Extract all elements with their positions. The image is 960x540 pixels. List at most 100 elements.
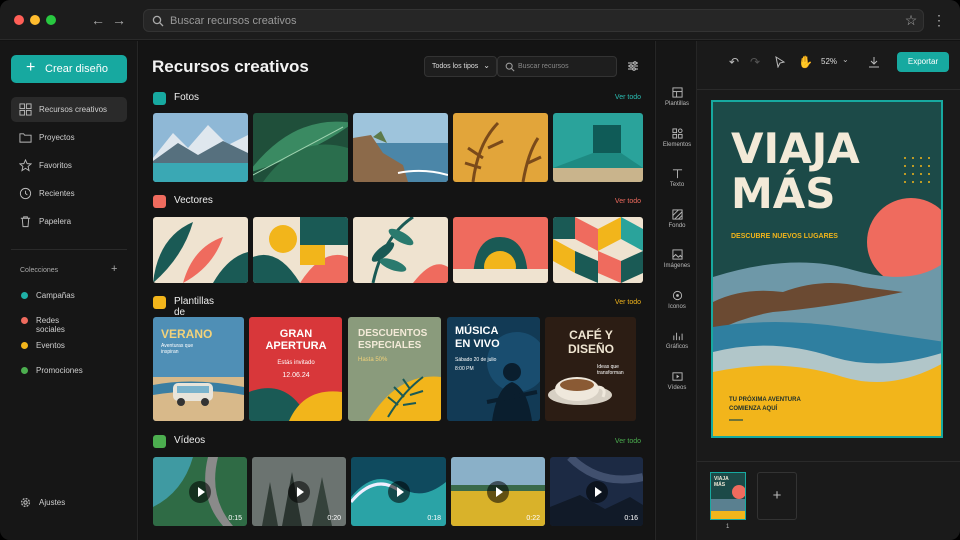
poster-template-cafe[interactable]: CAFÉ Y DISEÑO Ideas que transforman <box>545 317 636 421</box>
play-icon <box>585 480 608 503</box>
sidebar-item-label: Favoritos <box>39 161 72 170</box>
play-icon <box>288 480 310 503</box>
divider <box>11 249 127 250</box>
rail-item-image[interactable]: Imágenes <box>656 249 698 269</box>
video-duration: 0:15 <box>228 515 242 522</box>
vector-thumbnail[interactable] <box>553 217 643 283</box>
video-thumbnail[interactable]: 0:15 <box>153 457 247 526</box>
sidebar-item-recursos-creativos[interactable]: Recursos creativos <box>11 97 127 122</box>
redo-icon[interactable]: ↷ <box>750 55 760 69</box>
poster-template-descuentos[interactable]: DESCUENTOS ESPECIALES Hasta 50% <box>348 317 441 421</box>
chart-icon <box>672 332 683 341</box>
sidebar-item-proyectos[interactable]: Proyectos <box>11 125 127 150</box>
vector-icon <box>153 195 166 208</box>
filter-settings-button[interactable] <box>623 56 643 77</box>
collection-color-dot <box>21 292 28 299</box>
back-icon[interactable]: ← <box>89 11 107 29</box>
add-page-button[interactable]: + <box>757 472 797 520</box>
type-filter-value: Todos los tipos <box>432 63 479 70</box>
rail-item-label: Vídeos <box>667 384 687 391</box>
see-all-vectors-link[interactable]: Ver todo <box>615 198 641 205</box>
clock-icon <box>19 187 32 200</box>
sidebar-item-recientes[interactable]: Recientes <box>11 181 127 206</box>
poster-subtitle: Aventuras que inspiran <box>161 343 194 355</box>
collection-label: Campañas <box>36 291 75 300</box>
browser-toolbar: ← → Buscar recursos creativos ☆ ⋮ <box>0 0 960 40</box>
minimize-window-button[interactable] <box>30 15 40 25</box>
sidebar-item-papelera[interactable]: Papelera <box>11 209 127 234</box>
photo-thumbnail[interactable] <box>353 113 448 182</box>
maximize-window-button[interactable] <box>46 15 56 25</box>
rail-item-label: Texto <box>669 182 685 188</box>
add-collection-button[interactable]: + <box>111 263 117 275</box>
hand-icon[interactable]: ✋ <box>798 55 813 69</box>
rail-item-elements[interactable]: Elementos <box>656 127 698 148</box>
photo-thumbnail[interactable] <box>153 113 248 182</box>
settings-button[interactable]: Ajustes <box>11 490 127 515</box>
vector-thumbnail[interactable] <box>453 217 548 283</box>
search-icon <box>152 15 164 27</box>
sidebar-item-favoritos[interactable]: Favoritos <box>11 153 127 178</box>
undo-icon[interactable]: ↶ <box>729 55 739 69</box>
photo-thumbnail[interactable] <box>453 113 548 182</box>
poster-title: GRAN APERTURA <box>265 328 327 352</box>
poster-subtitle: Hasta 50% <box>358 357 388 363</box>
create-design-button[interactable]: + Crear diseño <box>11 55 127 83</box>
bookmark-star-icon[interactable]: ☆ <box>902 11 920 29</box>
photo-thumbnail[interactable] <box>253 113 348 182</box>
poster-headline[interactable]: VIAJA MÁS <box>731 126 860 216</box>
poster-footer-text[interactable]: TU PRÓXIMA AVENTURA COMIENZA AQUÍ <box>729 396 824 414</box>
address-bar[interactable]: Buscar recursos creativos <box>143 9 924 32</box>
dots-pattern-icon <box>904 157 930 183</box>
export-button[interactable]: Exportar <box>897 52 949 72</box>
video-thumbnail[interactable]: 0:20 <box>252 457 346 526</box>
page-thumbnail[interactable]: VIAJA MÁS <box>710 472 746 520</box>
template-icon <box>671 87 683 98</box>
star-icon <box>19 159 32 172</box>
rail-item-video[interactable]: Vídeos <box>656 371 698 391</box>
vector-thumbnail[interactable] <box>253 217 348 283</box>
rail-item-text[interactable]: Texto <box>656 168 698 188</box>
video-thumbnail[interactable]: 0:22 <box>451 457 545 526</box>
pages-strip: VIAJA MÁS 1 + <box>697 461 960 540</box>
forward-icon[interactable]: → <box>110 11 128 29</box>
resource-search-input[interactable]: Buscar recursos <box>497 56 617 77</box>
zoom-level[interactable]: 52% <box>821 57 837 66</box>
chevron-down-icon[interactable]: ⌄ <box>842 55 849 64</box>
close-window-button[interactable] <box>14 15 24 25</box>
rail-item-icons[interactable]: Iconos <box>656 290 698 310</box>
poster-template-verano[interactable]: VERANO Aventuras que inspiran <box>153 317 244 421</box>
see-all-videos-link[interactable]: Ver todo <box>615 438 641 445</box>
download-icon[interactable] <box>868 56 880 68</box>
poster-tagline[interactable]: DESCUBRE NUEVOS LUGARES <box>731 233 838 240</box>
video-duration: 0:16 <box>624 515 638 522</box>
see-all-templates-link[interactable]: Ver todo <box>615 299 641 306</box>
poster-title: MÚSICA EN VIVO <box>455 325 500 350</box>
chevron-down-icon: ⌄ <box>483 61 490 70</box>
video-thumbnail[interactable]: 0:16 <box>550 457 643 526</box>
photo-thumbnail[interactable] <box>553 113 643 182</box>
type-filter-dropdown[interactable]: Todos los tipos ⌄ <box>424 56 497 77</box>
collection-label: Eventos <box>36 341 65 350</box>
video-thumbnail[interactable]: 0:18 <box>351 457 446 526</box>
plus-icon: + <box>26 59 36 76</box>
create-design-label: Crear diseño <box>45 63 108 75</box>
resources-panel: Recursos creativos Todos los tipos ⌄ Bus… <box>139 41 654 540</box>
pointer-icon[interactable] <box>774 56 786 68</box>
rail-item-template[interactable]: Plantillas <box>656 87 698 107</box>
design-canvas[interactable]: VIAJA MÁS DESCUBRE NUEVOS LUGARES TU PRÓ… <box>711 100 943 438</box>
poster-subtitle: Sábado 20 de julio <box>455 357 497 363</box>
rail-item-chart[interactable]: Gráficos <box>656 330 698 350</box>
see-all-photos-link[interactable]: Ver todo <box>615 94 641 101</box>
text-icon <box>672 169 682 179</box>
poster-template-musica[interactable]: MÚSICA EN VIVO Sábado 20 de julio 8:00 P… <box>447 317 540 421</box>
more-menu-icon[interactable]: ⋮ <box>930 11 948 29</box>
poster-template-gran-apertura[interactable]: GRAN APERTURA Estás invitado 12.06.24 <box>249 317 342 421</box>
poster-subtitle: Estás invitado <box>277 360 315 366</box>
image-icon <box>671 249 683 260</box>
rail-item-background[interactable]: Fondo <box>656 208 698 229</box>
vector-thumbnail[interactable] <box>353 217 448 283</box>
resource-search-placeholder: Buscar recursos <box>518 63 569 70</box>
vector-thumbnail[interactable] <box>153 217 248 283</box>
sidebar: + Crear diseño Recursos creativos Proyect… <box>0 41 138 540</box>
